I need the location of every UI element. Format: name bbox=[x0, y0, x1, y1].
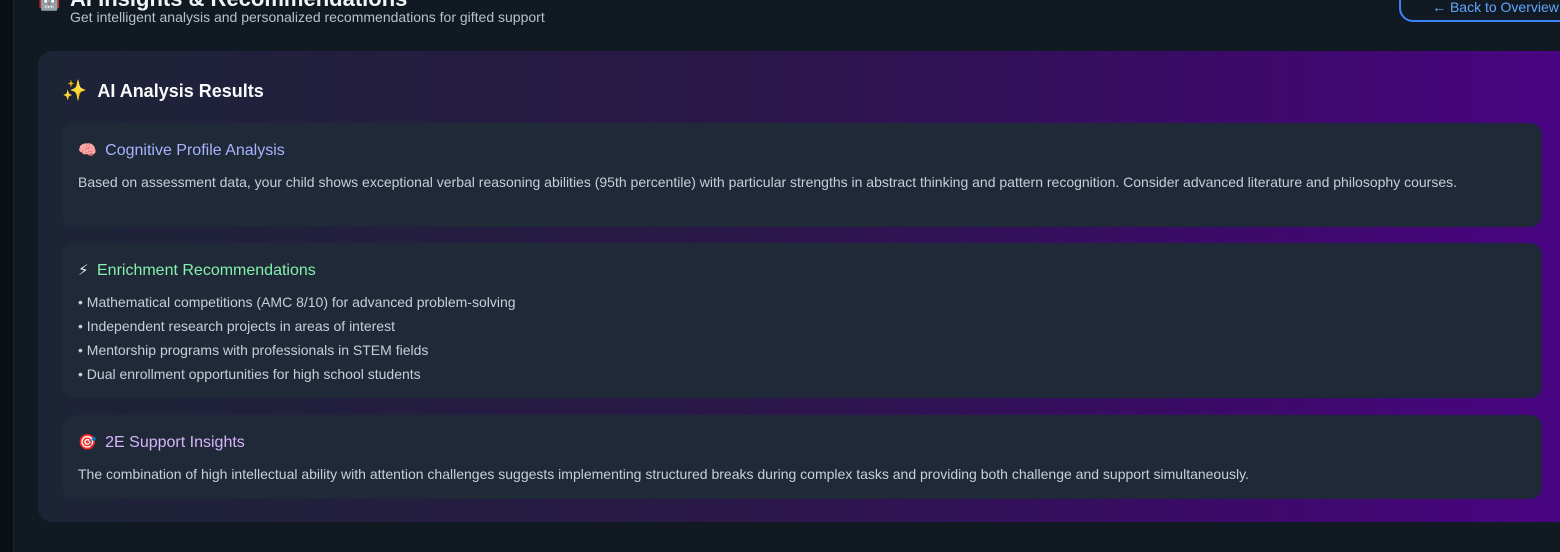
panel-header: ✨ AI Analysis Results bbox=[62, 79, 264, 103]
recommendation-list-container: Mathematical competitions (AMC 8/10) for… bbox=[78, 292, 1518, 388]
card-title: 2E Support Insights bbox=[105, 434, 245, 451]
card-text: Based on assessment data, your child sho… bbox=[78, 174, 1457, 190]
list-item: Mathematical competitions (AMC 8/10) for… bbox=[78, 292, 1518, 316]
recommendation-list: Mathematical competitions (AMC 8/10) for… bbox=[78, 292, 1518, 388]
ai-analysis-panel: ✨ AI Analysis Results 🧠 Cognitive Profil… bbox=[38, 51, 1560, 522]
card-header: 🧠 Cognitive Profile Analysis bbox=[78, 141, 285, 161]
left-rail bbox=[0, 0, 14, 552]
lightning-icon: ⚡ bbox=[78, 262, 89, 279]
sparkles-icon: ✨ bbox=[62, 80, 87, 102]
list-item: Independent research projects in areas o… bbox=[78, 316, 1518, 340]
main-content: 🤖 AI Insights & Recommendations Get inte… bbox=[14, 0, 1560, 552]
list-item: Mentorship programs with professionals i… bbox=[78, 340, 1518, 364]
card-title: Enrichment Recommendations bbox=[97, 262, 316, 279]
panel-title: AI Analysis Results bbox=[97, 81, 264, 101]
card-header: 🎯 2E Support Insights bbox=[78, 433, 245, 453]
cognitive-profile-card: 🧠 Cognitive Profile Analysis Based on as… bbox=[62, 123, 1542, 227]
page-header: 🤖 AI Insights & Recommendations Get inte… bbox=[14, 0, 1560, 40]
back-to-overview-button[interactable]: ← Back to Overview bbox=[1399, 0, 1560, 22]
2e-support-card: 🎯 2E Support Insights The combination of… bbox=[62, 415, 1542, 499]
target-icon: 🎯 bbox=[78, 434, 97, 451]
card-title: Cognitive Profile Analysis bbox=[105, 142, 285, 159]
page-subtitle: Get intelligent analysis and personalize… bbox=[70, 9, 545, 25]
enrichment-recommendations-card: ⚡ Enrichment Recommendations Mathematica… bbox=[62, 243, 1542, 398]
card-text: The combination of high intellectual abi… bbox=[78, 466, 1249, 482]
card-header: ⚡ Enrichment Recommendations bbox=[78, 261, 316, 281]
brain-icon: 🧠 bbox=[78, 142, 97, 159]
robot-icon: 🤖 bbox=[38, 0, 61, 11]
list-item: Dual enrollment opportunities for high s… bbox=[78, 364, 1518, 388]
